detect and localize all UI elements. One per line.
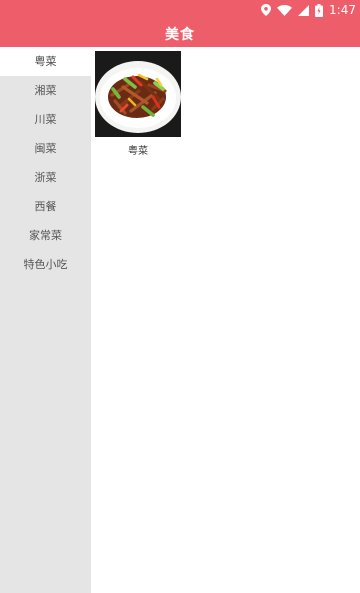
dish-card[interactable]: 粤菜 xyxy=(95,51,181,157)
sidebar-item-home-cooking[interactable]: 家常菜 xyxy=(0,221,91,250)
page-title: 美食 xyxy=(165,26,195,43)
sidebar-item-snacks[interactable]: 特色小吃 xyxy=(0,250,91,279)
sidebar-item-western-food[interactable]: 西餐 xyxy=(0,192,91,221)
location-icon xyxy=(261,4,272,16)
status-icons: 1:47 xyxy=(261,0,356,20)
dish-name: 粤菜 xyxy=(128,146,148,157)
battery-icon xyxy=(315,3,324,17)
status-bar: 1:47 xyxy=(0,0,360,20)
sidebar-item-xiang-cuisine[interactable]: 湘菜 xyxy=(0,76,91,105)
sidebar-item-zhe-cuisine[interactable]: 浙菜 xyxy=(0,163,91,192)
status-time: 1:47 xyxy=(329,3,356,17)
app-screen: 1:47 美食 粤菜 湘菜 川菜 闽菜 浙菜 西餐 家常菜 特色小吃 粤菜 xyxy=(0,0,360,593)
stir-fry-dish-photo xyxy=(95,51,181,137)
category-sidebar: 粤菜 湘菜 川菜 闽菜 浙菜 西餐 家常菜 特色小吃 xyxy=(0,47,91,593)
dish-grid: 粤菜 xyxy=(91,47,360,593)
signal-icon xyxy=(298,4,310,16)
sidebar-item-min-cuisine[interactable]: 闽菜 xyxy=(0,134,91,163)
sidebar-item-yue-cuisine[interactable]: 粤菜 xyxy=(0,47,91,76)
app-toolbar: 美食 xyxy=(0,20,360,47)
sidebar-item-sichuan-cuisine[interactable]: 川菜 xyxy=(0,105,91,134)
wifi-icon xyxy=(277,4,293,16)
